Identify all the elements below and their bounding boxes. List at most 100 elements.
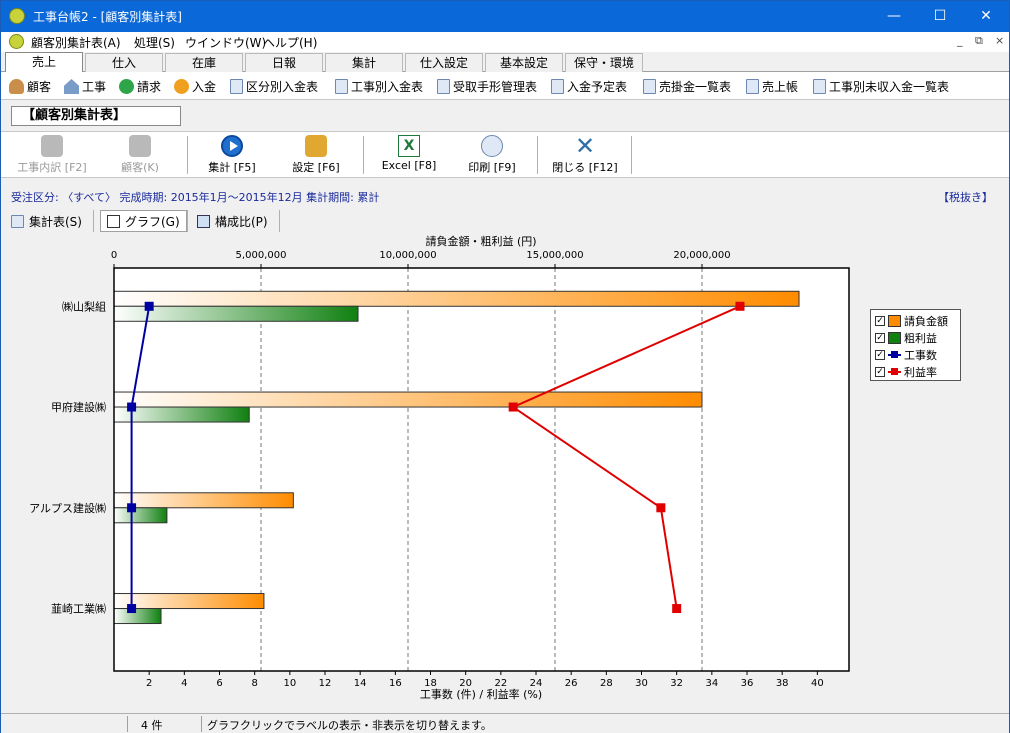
- main-toolbar: 工事内訳 [F2] 顧客(K) 集計 [F5] 設定 [F6] X Excel …: [1, 131, 1009, 178]
- quick-uncollected-list[interactable]: 工事別未収入金一覧表: [813, 78, 949, 95]
- legend-item-billing[interactable]: ✓ 請負金額: [875, 312, 956, 329]
- tab-maintenance[interactable]: 保守・環境: [565, 53, 643, 72]
- customer-icon: [9, 79, 24, 94]
- checkbox-icon[interactable]: ✓: [875, 366, 885, 377]
- quick-payment-schedule[interactable]: 入金予定表: [551, 78, 627, 95]
- checkbox-icon[interactable]: ✓: [875, 332, 885, 343]
- billing-bar: [113, 391, 703, 408]
- quick-billing[interactable]: 請求: [119, 78, 161, 95]
- category-label: 韮崎工業㈱: [51, 602, 106, 616]
- profit-bar: [113, 507, 168, 524]
- minimize-button[interactable]: —: [871, 1, 917, 32]
- document-icon: [551, 79, 564, 94]
- tax-label: 【税抜き】: [938, 191, 993, 204]
- quick-construction[interactable]: 工事: [64, 78, 106, 95]
- close-button[interactable]: ✕ 閉じる [F12]: [545, 132, 625, 177]
- count-point: [127, 604, 137, 614]
- mdi-restore-button[interactable]: ⧉: [975, 34, 983, 48]
- document-menu-icon[interactable]: [9, 34, 24, 49]
- mdi-close-button[interactable]: ×: [995, 34, 1004, 47]
- tab-basic-settings[interactable]: 基本設定: [485, 53, 563, 72]
- excel-button[interactable]: X Excel [F8]: [373, 132, 445, 177]
- quick-sales-ledger[interactable]: 売上帳: [746, 78, 798, 95]
- mdi-minimize-button[interactable]: _: [957, 34, 963, 47]
- view-tab-ratio[interactable]: 構成比(P): [191, 210, 274, 232]
- bottom-axis-tick-label: 4: [181, 678, 187, 689]
- top-axis-tick-label: 0: [111, 250, 117, 261]
- document-icon: [813, 79, 826, 94]
- menu-customer-summary[interactable]: 顧客別集計表(A): [31, 34, 121, 51]
- status-message: グラフクリックでラベルの表示・非表示を切り替えます。: [207, 719, 492, 732]
- quick-receivables-list[interactable]: 売掛金一覧表: [643, 78, 731, 95]
- tab-purchase-settings[interactable]: 仕入設定: [405, 53, 483, 72]
- app-window: 工事台帳2 - [顧客別集計表] — ☐ ✕ 顧客別集計表(A) 処理(S) ウ…: [0, 0, 1010, 733]
- document-icon: [230, 79, 243, 94]
- filter-info: 受注区分: 〈すべて〉 完成時期: 2015年1月～2015年12月 集計期間:…: [11, 191, 380, 204]
- menu-help[interactable]: ヘルプ(H): [263, 34, 317, 51]
- close-icon: ✕: [574, 132, 596, 160]
- menu-process[interactable]: 処理(S): [134, 34, 175, 51]
- quick-payment[interactable]: 入金: [174, 78, 216, 95]
- checkbox-icon[interactable]: ✓: [875, 315, 885, 326]
- chart-legend[interactable]: ✓ 請負金額 ✓ 粗利益 ✓ 工事数 ✓ 利益率: [870, 309, 961, 381]
- settings-icon: [305, 135, 327, 157]
- count-line-swatch: [888, 349, 901, 361]
- toolbar-separator: [537, 136, 538, 174]
- toolbar-separator: [363, 136, 364, 174]
- run-summary-button[interactable]: 集計 [F5]: [197, 132, 267, 177]
- quick-category-payment[interactable]: 区分別入金表: [230, 78, 318, 95]
- billing-swatch: [888, 314, 901, 327]
- view-tab-graph[interactable]: グラフ(G): [100, 210, 187, 232]
- legend-item-rate[interactable]: ✓ 利益率: [875, 363, 956, 380]
- category-label: ㈱山梨組: [62, 299, 106, 313]
- document-icon: [335, 79, 348, 94]
- rate-point: [672, 604, 682, 614]
- count-point: [127, 402, 137, 412]
- checkbox-icon[interactable]: ✓: [875, 349, 885, 360]
- status-bar: 4 件 グラフクリックでラベルの表示・非表示を切り替えます。: [1, 713, 1009, 733]
- count-point: [127, 503, 137, 513]
- maximize-button[interactable]: ☐: [917, 1, 963, 32]
- bottom-axis-tick-label: 12: [319, 678, 332, 689]
- tab-sales[interactable]: 売上: [5, 52, 83, 73]
- grid-icon: [197, 214, 210, 228]
- top-axis-tick-label: 20,000,000: [673, 250, 730, 261]
- billing-icon: [119, 79, 134, 94]
- print-button[interactable]: 印刷 [F9]: [457, 132, 527, 177]
- customer-chart[interactable]: 0 5,000,000 10,000,000 15,000,000 20,000,000…: [1, 233, 1009, 713]
- customer-button[interactable]: 顧客(K): [105, 132, 175, 177]
- bottom-axis-tick-label: 30: [635, 678, 648, 689]
- tab-summary[interactable]: 集計: [325, 53, 403, 72]
- legend-item-profit[interactable]: ✓ 粗利益: [875, 329, 956, 346]
- close-window-button[interactable]: ✕: [963, 1, 1009, 32]
- top-axis-tick-label: 5,000,000: [236, 250, 287, 261]
- main-tabs: 売上 仕入 在庫 日報 集計 仕入設定 基本設定 保守・環境: [1, 52, 1009, 73]
- detail-button[interactable]: 工事内訳 [F2]: [9, 132, 95, 177]
- payment-icon: [174, 79, 189, 94]
- quick-customer[interactable]: 顧客: [9, 78, 51, 95]
- category-label: 甲府建設㈱: [51, 400, 106, 414]
- menu-window[interactable]: ウインドウ(W): [185, 34, 266, 51]
- view-tab-separator: [93, 210, 94, 232]
- view-tab-table[interactable]: 集計表(S): [5, 210, 88, 232]
- top-axis-tick-label: 10,000,000: [379, 250, 436, 261]
- window-title: 工事台帳2 - [顧客別集計表]: [33, 10, 182, 24]
- rate-point: [735, 301, 745, 311]
- tab-daily-report[interactable]: 日報: [245, 53, 323, 72]
- quick-notes-management[interactable]: 受取手形管理表: [437, 78, 537, 95]
- rate-point: [656, 503, 666, 513]
- tab-inventory[interactable]: 在庫: [165, 53, 243, 72]
- customer-icon: [129, 135, 151, 157]
- legend-item-count[interactable]: ✓ 工事数: [875, 346, 956, 363]
- status-divider: [201, 716, 202, 732]
- toolbar-separator: [187, 136, 188, 174]
- tab-purchase[interactable]: 仕入: [85, 53, 163, 72]
- billing-bar: [113, 492, 294, 509]
- run-icon: [221, 135, 243, 157]
- section-title: 【顧客別集計表】: [11, 106, 181, 126]
- print-icon: [481, 135, 503, 157]
- excel-icon: X: [398, 135, 420, 157]
- document-icon: [746, 79, 759, 94]
- quick-construction-payment[interactable]: 工事別入金表: [335, 78, 423, 95]
- settings-button[interactable]: 設定 [F6]: [281, 132, 351, 177]
